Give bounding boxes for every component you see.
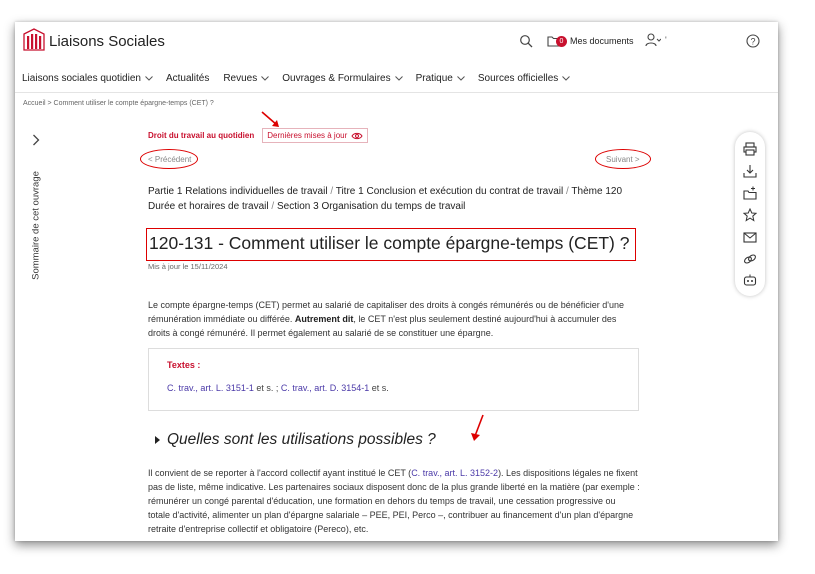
eye-icon (351, 132, 363, 139)
add-folder-icon[interactable] (743, 186, 757, 200)
search-icon[interactable] (519, 34, 533, 48)
browser-page: Liaisons Sociales 0 Mes documents ' ? Li… (15, 22, 778, 541)
path-title[interactable]: Titre 1 Conclusion et exécution du contr… (336, 186, 564, 197)
help-icon[interactable]: ? (746, 34, 760, 48)
reference-link[interactable]: C. trav., art. L. 3152-2 (411, 468, 498, 478)
star-icon[interactable] (743, 208, 757, 222)
chevron-down-icon (394, 75, 403, 81)
main-nav: Liaisons sociales quotidien Actualités Rev… (15, 70, 576, 86)
latest-updates-button[interactable]: Dernières mises à jour (262, 128, 369, 143)
nav-item-label: Sources officielles (477, 72, 559, 84)
nav-item-label: Ouvrages & Formulaires (282, 72, 391, 84)
path-separator: / (566, 186, 569, 197)
chevron-down-icon (261, 75, 270, 81)
path-section[interactable]: Section 3 Organisation du temps de trava… (277, 201, 465, 212)
user-name: ' (665, 35, 667, 45)
rubrique-label[interactable]: Droit du travail au quotidien (148, 131, 254, 140)
page-title: 120-131 - Comment utiliser le compte épa… (149, 233, 630, 253)
nav-item-label: Revues (223, 72, 258, 84)
user-menu[interactable]: ' (645, 33, 667, 47)
nav-item[interactable]: Sources officielles (478, 70, 576, 86)
updated-date: Mis à jour le 15/11/2024 (148, 262, 228, 271)
nav-item[interactable]: Pratique (416, 70, 471, 86)
link-icon[interactable] (743, 252, 757, 266)
article-path: Partie 1 Relations individuelles de trav… (148, 184, 628, 214)
print-icon[interactable] (743, 142, 757, 156)
collapse-triangle-icon (155, 436, 160, 444)
my-documents-button[interactable]: 0 Mes documents (547, 34, 634, 47)
path-separator: / (330, 186, 334, 197)
nav-item[interactable]: Revues (223, 70, 275, 86)
nav-item[interactable]: Liaisons sociales quotidien (22, 70, 159, 86)
intro-bold: Autrement dit (294, 314, 354, 324)
mail-icon[interactable] (743, 230, 757, 244)
breadcrumb[interactable]: Accueil > Comment utiliser le compte épa… (23, 100, 214, 107)
texts-references: C. trav., art. L. 3151-1 et s. ; C. trav… (167, 383, 389, 393)
nav-item[interactable]: Ouvrages & Formulaires (282, 70, 408, 86)
top-bar: Liaisons Sociales 0 Mes documents ' ? (15, 22, 778, 62)
rubrique-row: Droit du travail au quotidien Dernières … (148, 128, 369, 143)
annotation-arrow-icon (261, 111, 279, 127)
texts-box: Textes : C. trav., art. L. 3151-1 et s. … (148, 348, 639, 411)
section-title: Quelles sont les utilisations possibles … (167, 431, 436, 448)
annotation-circle (595, 149, 651, 169)
texts-label: Textes : (167, 360, 201, 370)
path-part[interactable]: Partie 1 Relations individuelles de trav… (148, 186, 328, 197)
user-icon (645, 33, 661, 47)
summary-label: Sommaire de cet ouvrage (30, 171, 42, 280)
body-text-1: Il convient de se reporter à l'accord co… (148, 468, 412, 478)
body-paragraph: Il convient de se reporter à l'accord co… (148, 466, 640, 536)
tools-panel (735, 132, 765, 296)
nav-divider (15, 92, 778, 93)
reference-end: et s. (369, 383, 389, 393)
nav-item-label: Pratique (415, 72, 453, 84)
reference-link[interactable]: C. trav., art. L. 3151-1 (167, 383, 254, 393)
annotation-arrow-icon (471, 414, 484, 441)
reference-separator: et s. ; (253, 383, 281, 393)
documents-count-badge: 0 (556, 36, 567, 47)
chevron-down-icon (562, 75, 571, 81)
download-icon[interactable] (743, 164, 757, 178)
annotation-circle (140, 149, 198, 169)
intro-paragraph: Le compte épargne-temps (CET) permet au … (148, 298, 640, 340)
reference-link[interactable]: C. trav., art. D. 3154-1 (281, 383, 369, 393)
brand-name[interactable]: Liaisons Sociales (49, 33, 165, 50)
chevron-right-icon (33, 134, 40, 146)
my-documents-label: Mes documents (570, 35, 634, 46)
nav-item-label: Actualités (165, 72, 210, 84)
latest-updates-label: Dernières mises à jour (267, 131, 348, 140)
robot-icon[interactable] (743, 273, 757, 287)
nav-item-label: Liaisons sociales quotidien (22, 72, 141, 84)
nav-item[interactable]: Actualités (166, 70, 216, 86)
summary-toggle[interactable]: Sommaire de cet ouvrage (25, 128, 49, 292)
svg-text:?: ? (750, 36, 755, 46)
brand-logo-icon[interactable] (23, 28, 45, 52)
chevron-down-icon (145, 75, 153, 81)
chevron-down-icon (457, 75, 465, 81)
path-separator: / (271, 201, 275, 212)
section-heading[interactable]: Quelles sont les utilisations possibles … (154, 431, 436, 449)
